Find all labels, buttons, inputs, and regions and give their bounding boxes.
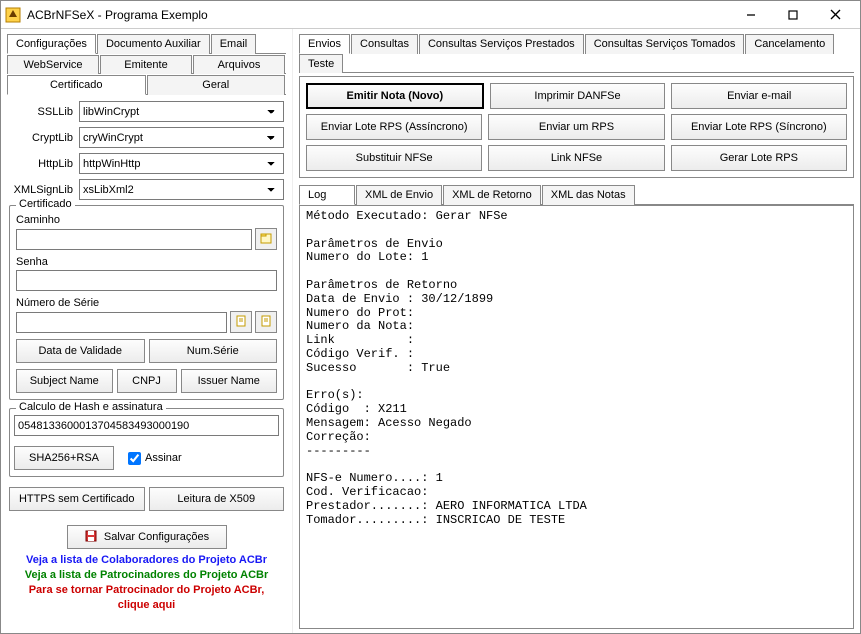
left-subtabs-row1: WebService Emitente Arquivos xyxy=(7,54,286,74)
btn-enviar-um-rps[interactable]: Enviar um RPS xyxy=(488,114,664,140)
folder-icon xyxy=(259,231,273,248)
btn-enviar-lote-sincrono[interactable]: Enviar Lote RPS (Síncrono) xyxy=(671,114,847,140)
left-subtabs-row2: Certificado Geral xyxy=(7,74,286,95)
label-cryptlib: CryptLib xyxy=(9,132,73,144)
btn-cnpj[interactable]: CNPJ xyxy=(117,369,177,393)
tab-log[interactable]: Log xyxy=(299,185,355,205)
tab-xml-envio[interactable]: XML de Envio xyxy=(356,185,442,205)
btn-num-serie[interactable]: Num.Série xyxy=(149,339,278,363)
groupbox-hash: Calculo de Hash e assinatura SHA256+RSA … xyxy=(9,408,284,477)
maximize-button[interactable] xyxy=(772,4,814,26)
link-colaboradores[interactable]: Veja a lista de Colaboradores do Projeto… xyxy=(7,553,286,568)
tab-xml-notas[interactable]: XML das Notas xyxy=(542,185,635,205)
groupbox-hash-title: Calculo de Hash e assinatura xyxy=(16,401,166,413)
link-tornar-patrocinador[interactable]: Para se tornar Patrocinador do Projeto A… xyxy=(7,583,286,613)
app-icon xyxy=(5,7,21,23)
btn-data-validade[interactable]: Data de Validade xyxy=(16,339,145,363)
groupbox-certificado-title: Certificado xyxy=(16,198,75,210)
input-senha[interactable] xyxy=(16,270,277,291)
btn-enviar-email[interactable]: Enviar e-mail xyxy=(671,83,847,109)
btn-salvar-label: Salvar Configurações xyxy=(104,531,209,543)
tab-email[interactable]: Email xyxy=(211,34,257,54)
log-content[interactable]: Método Executado: Gerar NFSe Parâmetros … xyxy=(299,205,854,629)
label-httplib: HttpLib xyxy=(9,158,73,170)
label-assinar: Assinar xyxy=(145,452,182,464)
left-main-tabs: Configurações Documento Auxiliar Email xyxy=(7,33,286,54)
input-caminho[interactable] xyxy=(16,229,252,250)
label-senha: Senha xyxy=(16,256,277,268)
tab-consultas[interactable]: Consultas xyxy=(351,34,418,54)
tab-teste[interactable]: Teste xyxy=(299,54,343,73)
btn-sha256-rsa[interactable]: SHA256+RSA xyxy=(14,446,114,470)
tab-arquivos[interactable]: Arquivos xyxy=(193,55,285,74)
checkbox-assinar-wrap[interactable]: Assinar xyxy=(128,452,182,465)
groupbox-certificado: Certificado Caminho Senha Número de Séri… xyxy=(9,205,284,400)
checkbox-assinar[interactable] xyxy=(128,452,141,465)
tab-geral[interactable]: Geral xyxy=(147,75,286,95)
minimize-button[interactable] xyxy=(730,4,772,26)
btn-link-nfse[interactable]: Link NFSe xyxy=(488,145,664,171)
browse-caminho-button[interactable] xyxy=(255,228,277,250)
document-icon xyxy=(259,314,273,331)
label-ssllib: SSLLib xyxy=(9,106,73,118)
tab-configuracoes[interactable]: Configurações xyxy=(7,34,96,54)
label-xmlsignlib: XMLSignLib xyxy=(9,184,73,196)
btn-subject-name[interactable]: Subject Name xyxy=(16,369,113,393)
label-caminho: Caminho xyxy=(16,214,277,226)
link-patrocinadores[interactable]: Veja a lista de Patrocinadores do Projet… xyxy=(7,568,286,583)
tab-consultas-servicos-prestados[interactable]: Consultas Serviços Prestados xyxy=(419,34,584,54)
tab-webservice[interactable]: WebService xyxy=(7,55,99,74)
tab-cancelamento[interactable]: Cancelamento xyxy=(745,34,834,54)
tab-certificado[interactable]: Certificado xyxy=(7,75,146,95)
btn-imprimir-danfse[interactable]: Imprimir DANFSe xyxy=(490,83,666,109)
input-num-serie[interactable] xyxy=(16,312,227,333)
window-title: ACBrNFSeX - Programa Exemplo xyxy=(27,8,730,22)
btn-salvar-configuracoes[interactable]: Salvar Configurações xyxy=(67,525,227,549)
titlebar: ACBrNFSeX - Programa Exemplo xyxy=(1,1,860,29)
tab-emitente[interactable]: Emitente xyxy=(100,55,192,74)
select-xmlsignlib[interactable]: xsLibXml2 xyxy=(79,179,284,200)
btn-enviar-lote-assincrono[interactable]: Enviar Lote RPS (Assíncrono) xyxy=(306,114,482,140)
select-ssllib[interactable]: libWinCrypt xyxy=(79,101,284,122)
save-icon xyxy=(84,529,98,546)
input-hash[interactable] xyxy=(14,415,279,436)
browse-num-serie-button[interactable] xyxy=(255,311,277,333)
close-button[interactable] xyxy=(814,4,856,26)
copy-num-serie-button[interactable] xyxy=(230,311,252,333)
tab-xml-retorno[interactable]: XML de Retorno xyxy=(443,185,541,205)
select-cryptlib[interactable]: cryWinCrypt xyxy=(79,127,284,148)
btn-gerar-lote-rps[interactable]: Gerar Lote RPS xyxy=(671,145,847,171)
tab-envios[interactable]: Envios xyxy=(299,34,350,54)
tab-consultas-servicos-tomados[interactable]: Consultas Serviços Tomados xyxy=(585,34,745,54)
right-main-tabs: Envios Consultas Consultas Serviços Pres… xyxy=(299,33,854,73)
btn-issuer-name[interactable]: Issuer Name xyxy=(181,369,278,393)
log-tabs: Log XML de Envio XML de Retorno XML das … xyxy=(299,184,854,205)
label-num-serie: Número de Série xyxy=(16,297,277,309)
btn-https-sem-certificado[interactable]: HTTPS sem Certificado xyxy=(9,487,145,511)
select-httplib[interactable]: httpWinHttp xyxy=(79,153,284,174)
document-icon xyxy=(234,314,248,331)
tab-documento-auxiliar[interactable]: Documento Auxiliar xyxy=(97,34,210,54)
btn-leitura-x509[interactable]: Leitura de X509 xyxy=(149,487,285,511)
btn-substituir-nfse[interactable]: Substituir NFSe xyxy=(306,145,482,171)
action-button-area: Emitir Nota (Novo) Imprimir DANFSe Envia… xyxy=(299,76,854,178)
btn-emitir-nota[interactable]: Emitir Nota (Novo) xyxy=(306,83,484,109)
